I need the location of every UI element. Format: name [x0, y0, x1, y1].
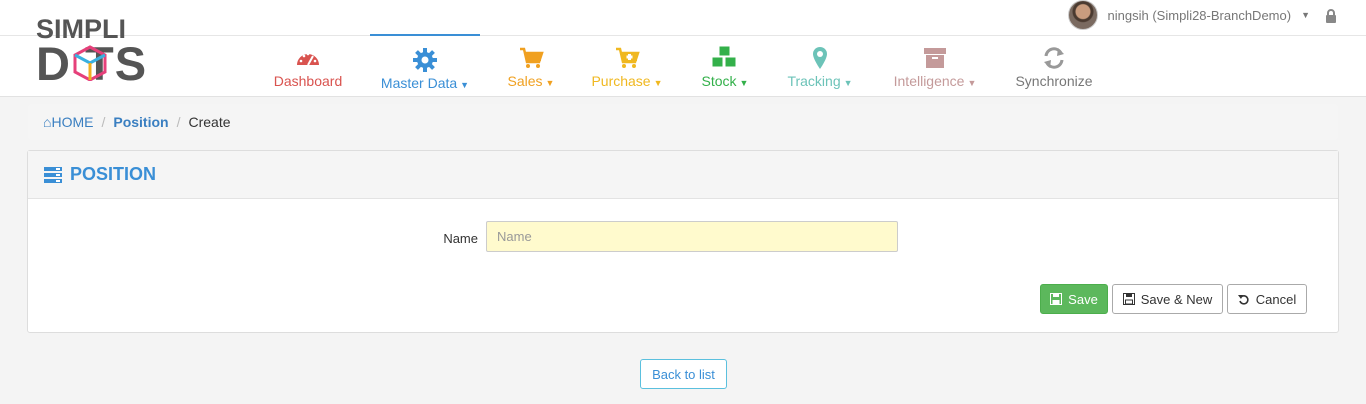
- chevron-down-icon: ▼: [739, 78, 749, 88]
- save-and-new-button[interactable]: Save & New: [1112, 284, 1223, 314]
- nav-master-data-label: Master Data: [380, 75, 458, 91]
- breadcrumb-current: Create: [188, 114, 231, 130]
- nav-purchase-text: Purchase ▼: [587, 73, 667, 89]
- position-panel: POSITION Name Save Save & New Cancel: [27, 150, 1339, 333]
- nav-purchase[interactable]: Purchase ▼: [587, 36, 667, 97]
- nav-intelligence-text: Intelligence ▼: [889, 73, 981, 89]
- logo[interactable]: SIMPLI D TS: [36, 14, 186, 90]
- nav-purchase-label: Purchase: [591, 73, 651, 89]
- breadcrumb: ⌂HOME / Position / Create: [28, 104, 1338, 140]
- nav-tracking[interactable]: Tracking ▼: [783, 36, 857, 97]
- save-and-new-button-label: Save & New: [1140, 291, 1213, 307]
- gear-icon: [413, 48, 437, 72]
- nav-sales[interactable]: Sales ▼: [502, 36, 560, 97]
- cart-plus-icon: [616, 47, 640, 68]
- nav-intelligence[interactable]: Intelligence ▼: [889, 36, 981, 97]
- nav-sales-text: Sales ▼: [502, 73, 560, 89]
- speedometer-icon: [297, 52, 319, 66]
- nav-tracking-text: Tracking ▼: [783, 73, 857, 89]
- name-input[interactable]: [486, 221, 898, 252]
- cart-icon: [520, 47, 544, 68]
- floppy-icon: [1122, 293, 1135, 305]
- map-marker-icon: [813, 47, 827, 69]
- chevron-down-icon: ▼: [1301, 10, 1310, 20]
- nav-dashboard-label: Dashboard: [273, 73, 343, 89]
- nav-stock-label: Stock: [701, 73, 737, 89]
- logo-cube-icon: [73, 45, 107, 81]
- chevron-down-icon: ▼: [460, 80, 470, 90]
- breadcrumb-position[interactable]: Position: [113, 114, 168, 130]
- undo-icon: [1237, 295, 1249, 305]
- refresh-icon: [1044, 47, 1064, 69]
- save-button-label: Save: [1068, 291, 1098, 307]
- nav-intelligence-label: Intelligence: [893, 73, 965, 89]
- top-bar: ningsih (Simpli28-BranchDemo) ▼: [0, 0, 1366, 36]
- breadcrumb-separator: /: [101, 114, 106, 130]
- breadcrumb-home-label: HOME: [51, 114, 94, 130]
- nav-stock[interactable]: Stock ▼: [696, 36, 754, 97]
- chevron-down-icon: ▼: [967, 78, 977, 88]
- chevron-down-icon: ▼: [843, 78, 853, 88]
- nav-dashboard[interactable]: Dashboard: [270, 36, 346, 97]
- server-icon: [44, 166, 62, 183]
- main-nav: SIMPLI D TS Dashboard Master Data ▼ Sale…: [0, 14, 1366, 97]
- cubes-icon: [711, 45, 737, 68]
- nav-master-data-text: Master Data ▼: [370, 75, 480, 91]
- chevron-down-icon: ▼: [653, 78, 663, 88]
- name-label: Name: [443, 231, 478, 246]
- nav-sales-label: Sales: [507, 73, 543, 89]
- panel-title: POSITION: [70, 164, 157, 184]
- breadcrumb-separator: /: [176, 114, 181, 130]
- user-menu[interactable]: ningsih (Simpli28-BranchDemo) ▼: [1067, 0, 1310, 30]
- lock-icon[interactable]: [1324, 8, 1338, 24]
- back-to-list-button[interactable]: Back to list: [640, 359, 727, 389]
- nav-master-data[interactable]: Master Data ▼: [370, 34, 480, 95]
- avatar: [1067, 0, 1098, 30]
- floppy-icon: [1050, 293, 1063, 305]
- breadcrumb-home[interactable]: ⌂HOME: [43, 114, 93, 130]
- save-button[interactable]: Save: [1040, 284, 1108, 314]
- chevron-down-icon: ▼: [545, 78, 555, 88]
- nav-synchronize-label: Synchronize: [1015, 73, 1093, 89]
- user-name: ningsih (Simpli28-BranchDemo): [1107, 7, 1292, 23]
- panel-header: POSITION: [28, 151, 1338, 199]
- cancel-button[interactable]: Cancel: [1227, 284, 1307, 314]
- archive-icon: [924, 48, 946, 68]
- nav-tracking-label: Tracking: [787, 73, 841, 89]
- cancel-button-label: Cancel: [1255, 291, 1297, 307]
- nav-stock-text: Stock ▼: [696, 73, 754, 89]
- nav-synchronize[interactable]: Synchronize: [1012, 36, 1096, 97]
